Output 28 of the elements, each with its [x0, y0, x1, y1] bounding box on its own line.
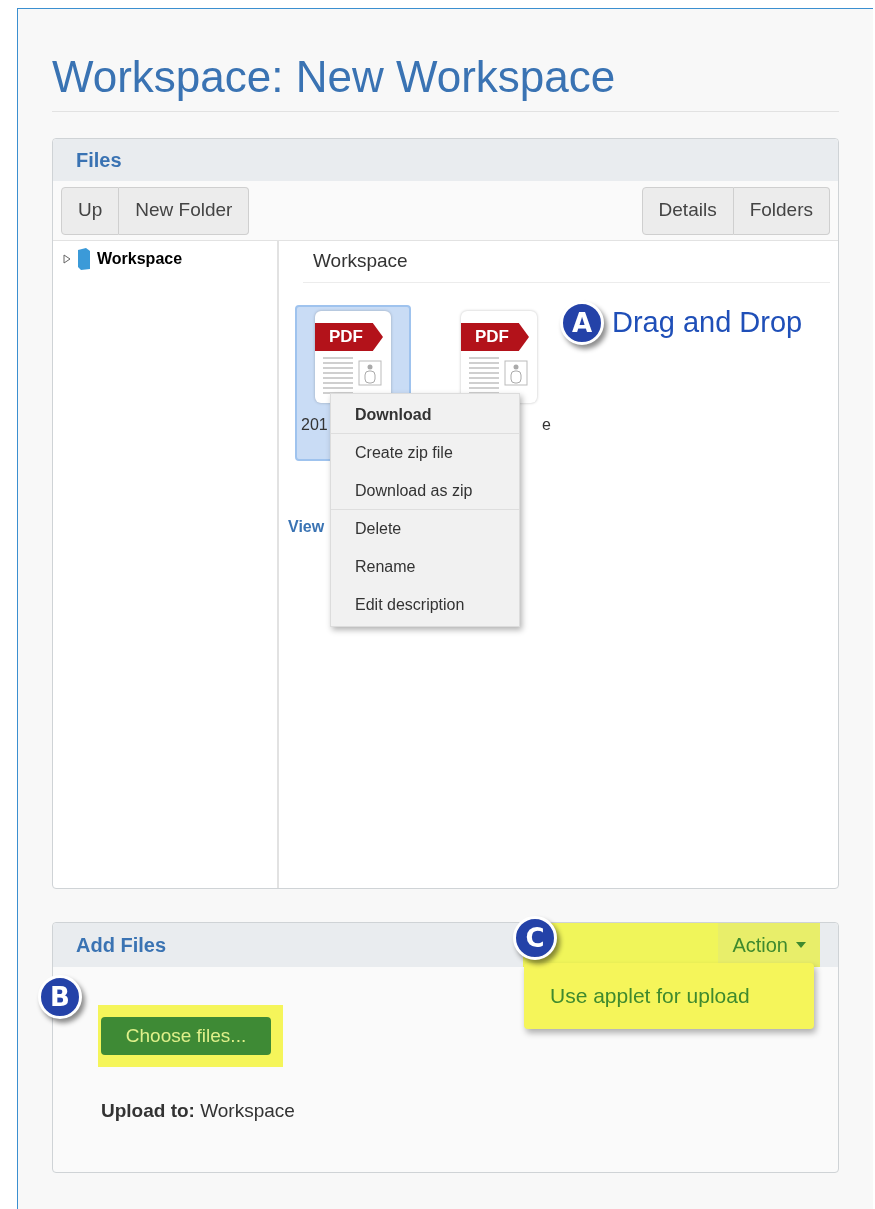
callout-text: Drag and Drop	[612, 305, 803, 341]
menu-item[interactable]: Rename	[331, 548, 519, 586]
view-link[interactable]: View	[288, 515, 325, 539]
menu-item[interactable]: Edit description	[331, 586, 519, 624]
toolbar-button[interactable]: New Folder	[119, 186, 250, 235]
folder-icon	[77, 248, 91, 270]
page-preview-icon	[323, 357, 385, 397]
file-name: e	[541, 415, 552, 435]
collapsed-arrow-icon[interactable]	[63, 254, 71, 264]
tree-item[interactable]: Workspace	[63, 247, 277, 271]
folder-heading: Workspace	[313, 249, 408, 274]
menu-item[interactable]: Use applet for upload	[524, 980, 814, 1012]
upload-destination: Upload to: Workspace	[101, 1099, 296, 1123]
toolbar-button[interactable]: Details	[641, 186, 734, 235]
choose-files-button[interactable]: Choose files...	[101, 1017, 271, 1055]
toolbar-button[interactable]: Folders	[733, 186, 830, 235]
caret-icon	[796, 942, 806, 948]
panel-title: Add Files	[76, 933, 166, 958]
menu-item[interactable]: Delete	[331, 510, 519, 548]
pdf-label: PDF	[315, 323, 383, 351]
action-dropdown[interactable]: Action	[718, 923, 820, 967]
menu-item[interactable]: Download as zip	[331, 472, 519, 510]
toolbar-button[interactable]: Up	[61, 186, 120, 235]
page-title: Workspace: New Workspace	[52, 51, 617, 103]
menu-item[interactable]: Download	[331, 396, 519, 434]
pdf-label: PDF	[461, 323, 529, 351]
callout-badge: B	[38, 975, 82, 1019]
panel-title: Files	[76, 148, 122, 173]
